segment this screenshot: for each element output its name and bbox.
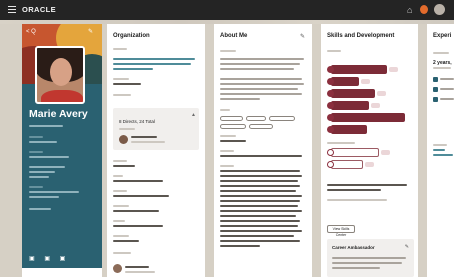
oracle-logo[interactable]: ORACLE (22, 5, 56, 14)
tag-chip[interactable] (249, 124, 273, 129)
about-me-card: About Me ✎ (214, 24, 312, 277)
skill-chip[interactable] (327, 101, 407, 110)
gutter (0, 24, 22, 277)
phone-text[interactable] (29, 141, 57, 143)
company-icon (433, 97, 438, 102)
home-icon[interactable]: ⌂ (407, 5, 412, 15)
experience-title: Experi (433, 33, 452, 39)
back-search-nav[interactable]: < Q (26, 29, 36, 35)
location-text (29, 191, 79, 193)
bell-icon[interactable] (420, 5, 428, 14)
skill-chip-outlined[interactable] (327, 148, 407, 157)
country-flag-text (29, 208, 51, 210)
tag-chip[interactable] (269, 116, 295, 121)
address-text (29, 176, 49, 178)
manager-avatar (119, 135, 128, 144)
user-avatar-icon[interactable] (434, 4, 445, 15)
warning-icon: ▲ (191, 112, 196, 118)
experience-card: Experi 2 years, (427, 24, 454, 277)
company-icon (433, 87, 438, 92)
organization-card: Organization ▲ 8 Directs, 24 Total (107, 24, 205, 277)
tag-chip[interactable] (220, 124, 246, 129)
profile-card: < Q ✎ Marie Avery ▣ ▣ ▣ (22, 24, 102, 268)
label-text (29, 186, 43, 188)
direct-reports-count: 8 Directs, 24 Total (119, 119, 155, 124)
hierarchy-breadcrumb[interactable] (113, 68, 153, 70)
career-ambassador-title: Career Ambassador (332, 245, 375, 250)
address-text (29, 166, 65, 168)
experience-tenure: 2 years, (433, 60, 452, 66)
skills-card: Skills and Development View Skills Cente… (321, 24, 418, 277)
skills-title: Skills and Development (327, 33, 395, 39)
skill-chip[interactable] (327, 89, 407, 98)
gutter (418, 24, 427, 277)
gutter (312, 24, 321, 277)
about-me-title: About Me (220, 33, 248, 39)
skill-chip[interactable] (327, 113, 407, 122)
profile-name: Marie Avery (29, 108, 88, 120)
profile-photo (35, 46, 85, 104)
job-title-text (29, 125, 63, 127)
manager-link[interactable] (113, 83, 141, 85)
edit-icon[interactable]: ✎ (88, 28, 93, 35)
edit-icon[interactable]: ✎ (300, 33, 305, 40)
organization-title: Organization (113, 33, 150, 39)
tag-chip[interactable] (246, 116, 266, 121)
colleague-avatar (113, 264, 122, 273)
location-text (29, 196, 59, 198)
label-text (29, 151, 43, 153)
email-text[interactable] (29, 156, 69, 158)
view-skills-center-button[interactable]: View Skills Center (327, 225, 355, 237)
address-text (29, 171, 55, 173)
app-header: ORACLE ⌂ (0, 0, 454, 20)
hamburger-icon[interactable] (8, 6, 16, 13)
company-icon (433, 77, 438, 82)
social-icons[interactable]: ▣ ▣ ▣ (29, 255, 69, 262)
skill-chip[interactable] (327, 125, 407, 134)
label-text (29, 136, 43, 138)
skill-chip[interactable] (327, 65, 407, 74)
tag-chip[interactable] (220, 116, 243, 121)
hierarchy-breadcrumb[interactable] (113, 58, 195, 60)
skill-chip[interactable] (327, 77, 407, 86)
direct-reports-card[interactable]: ▲ 8 Directs, 24 Total (113, 108, 199, 150)
edit-icon[interactable]: ✎ (405, 244, 409, 250)
career-ambassador-card: Career Ambassador ✎ (327, 239, 414, 277)
skill-chip-outlined[interactable] (327, 160, 407, 169)
hierarchy-breadcrumb[interactable] (113, 63, 191, 65)
gutter (205, 24, 214, 277)
